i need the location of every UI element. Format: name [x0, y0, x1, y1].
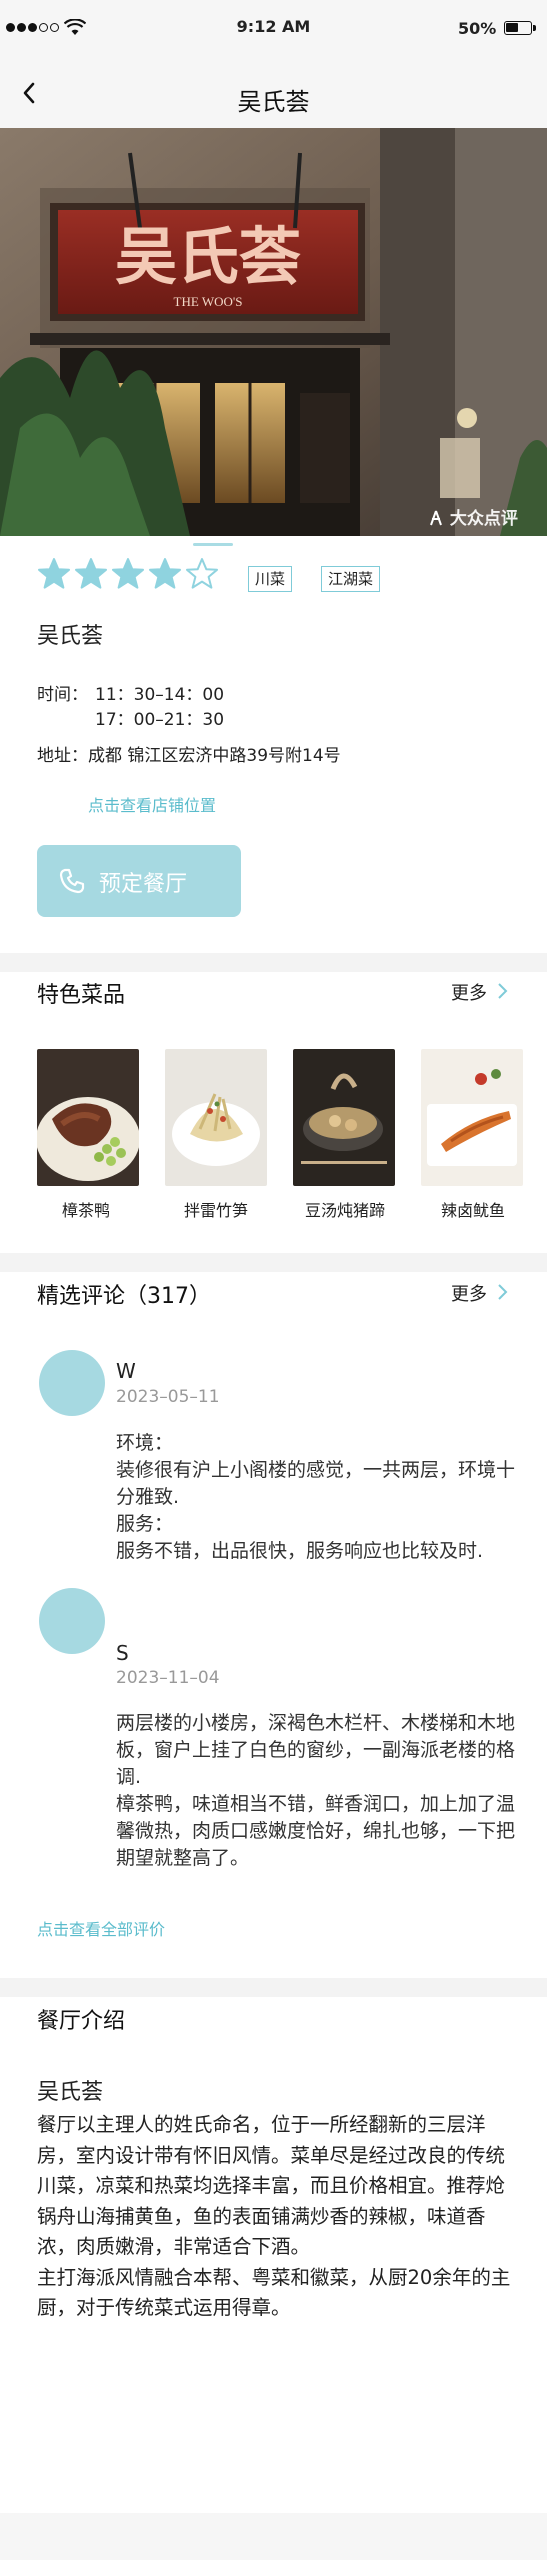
dish-name: 辣卤鱿鱼 [440, 1201, 505, 1220]
watermark: 大众点评 [428, 504, 518, 529]
battery-percent: 50% [458, 19, 497, 38]
section-divider [0, 1253, 547, 1272]
intro-paragraph: 主打海派风情融合本帮、粤菜和徽菜，从厨20余年的主厨，对于传统菜式运用得章。 [37, 2265, 511, 2320]
review-line: 服务不错，出品很快，服务响应也比较及时. [116, 1540, 484, 1562]
dish-name: 樟茶鸭 [61, 1201, 110, 1220]
star-filled-icon [112, 558, 144, 589]
intro-paragraph: 餐厅以主理人的姓氏命名，位于一所经翻新的三层洋房，室内设计带有怀旧风情。菜单尽是… [37, 2113, 506, 2258]
tag-sichuan: 川菜 [248, 566, 293, 592]
restaurant-photo[interactable]: 吴氏荟 THE WOO'S [0, 128, 547, 536]
star-empty-icon [186, 558, 218, 589]
dish-image-pork-trotter[interactable] [293, 1049, 395, 1186]
review-line: 装修很有沪上小阁楼的感觉，一共两层，环境十分雅致. [116, 1459, 516, 1508]
dish-image-zhangcha-duck[interactable] [37, 1049, 139, 1186]
view-location-link[interactable]: 点击查看店铺位置 [88, 792, 216, 816]
dish-image-spicy-squid[interactable] [421, 1049, 523, 1186]
page-title: 吴氏荟 [237, 88, 310, 116]
storefront-sign-text: 吴氏荟 [115, 224, 301, 292]
review-text: 两层楼的小楼房，深褐色木栏杆、木楼梯和木地板，窗户上挂了白色的窗纱，一副海派老楼… [116, 1710, 516, 1872]
address: 成都 锦江区宏济中路39号附14号 [88, 746, 341, 766]
phone-icon [59, 868, 85, 894]
carousel-indicator[interactable] [193, 543, 233, 546]
section-divider [0, 953, 547, 972]
reviews-more-link[interactable]: 更多 [451, 1280, 487, 1306]
battery-level-fill [506, 23, 518, 32]
section-divider [0, 1978, 547, 1997]
avatar[interactable] [39, 1350, 105, 1416]
star-filled-icon [149, 558, 181, 589]
reviews-title: 精选评论（317） [37, 1284, 211, 1309]
intro-restaurant-name: 吴氏荟 [37, 2080, 104, 2105]
watermark-text: 大众点评 [449, 509, 518, 529]
review-line: 樟茶鸭，味道相当不错，鲜香润口，加上加了温馨微热，肉质口感嫩度恰好，绵扎也够，一… [116, 1793, 516, 1869]
chevron-right-icon[interactable] [495, 1283, 509, 1301]
review-line: 服务： [116, 1513, 174, 1535]
review-line: 两层楼的小楼房，深褐色木栏杆、木楼梯和木地板，窗户上挂了白色的窗纱，一副海派老楼… [116, 1712, 516, 1788]
hours-dinner: 17：00–21：30 [95, 710, 225, 730]
star-filled-icon [75, 558, 107, 589]
reserve-button-label: 预定餐厅 [99, 872, 188, 897]
hours-lunch: 11：30–14：00 [95, 685, 225, 705]
dianping-logo-icon [430, 510, 442, 526]
reviewer-name: W [116, 1359, 136, 1383]
bottom-bar [0, 2513, 547, 2560]
address-label: 地址： [37, 746, 88, 766]
review-line: 环境： [116, 1432, 174, 1454]
review-date: 2023–05–11 [116, 1387, 220, 1407]
dish-name: 拌雷竹笋 [183, 1201, 248, 1220]
intro-title: 餐厅介绍 [37, 2009, 126, 2034]
reviewer-name: S [116, 1641, 129, 1665]
dishes-title: 特色菜品 [37, 983, 126, 1008]
star-filled-icon [38, 558, 70, 589]
hours-label: 时间： [37, 685, 88, 705]
battery-cap [533, 25, 536, 31]
view-all-reviews-link[interactable]: 点击查看全部评价 [37, 1916, 165, 1940]
shop-name: 吴氏荟 [37, 624, 104, 649]
dish-image-bamboo-shoots[interactable] [165, 1049, 267, 1186]
dish-name: 豆汤炖猪蹄 [304, 1201, 385, 1220]
chevron-right-icon[interactable] [495, 982, 509, 1000]
intro-text: 餐厅以主理人的姓氏命名，位于一所经翻新的三层洋房，室内设计带有怀旧风情。菜单尽是… [37, 2110, 513, 2324]
storefront-sign-subtext: THE WOO'S [174, 294, 243, 309]
review-date: 2023–11–04 [116, 1668, 220, 1688]
avatar[interactable] [39, 1588, 105, 1654]
tag-jianghu: 江湖菜 [321, 566, 381, 592]
storefront-illustration: 吴氏荟 THE WOO'S [0, 128, 547, 536]
dishes-more-link[interactable]: 更多 [451, 979, 487, 1005]
review-text: 环境： 装修很有沪上小阁楼的感觉，一共两层，环境十分雅致. 服务： 服务不错，出… [116, 1430, 516, 1565]
battery-icon [504, 21, 532, 35]
